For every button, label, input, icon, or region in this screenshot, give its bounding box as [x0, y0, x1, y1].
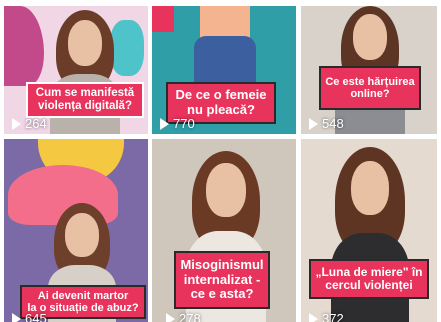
view-count-value: 548 [322, 116, 344, 131]
video-caption: „Luna de miere" în cercul violenței [309, 259, 429, 299]
view-count: 645 [12, 311, 47, 322]
view-count: 372 [309, 311, 344, 322]
play-icon [166, 312, 175, 322]
view-count: 264 [12, 116, 47, 131]
view-count: 548 [309, 116, 344, 131]
play-icon [12, 117, 21, 130]
video-caption: Misoginismul internalizat - ce e asta? [174, 251, 270, 309]
play-icon [309, 312, 318, 322]
video-tile-4[interactable]: Ai devenit martor la o situație de abuz?… [4, 139, 148, 322]
video-caption: Cum se manifestă violența digitală? [26, 82, 144, 118]
view-count-value: 372 [322, 311, 344, 322]
play-icon [12, 312, 21, 322]
video-caption: Ce este hărțuirea online? [319, 66, 421, 110]
video-tile-3[interactable]: Ce este hărțuirea online? 548 [301, 6, 437, 134]
view-count-value: 645 [25, 311, 47, 322]
video-grid: Cum se manifestă violența digitală? 264 … [0, 0, 441, 322]
view-count-value: 770 [173, 116, 195, 131]
video-tile-5[interactable]: Misoginismul internalizat - ce e asta? 2… [152, 139, 296, 322]
video-tile-1[interactable]: Cum se manifestă violența digitală? 264 [4, 6, 148, 134]
view-count-value: 264 [25, 116, 47, 131]
view-count: 770 [160, 116, 195, 131]
play-icon [309, 117, 318, 130]
view-count-value: 278 [179, 311, 201, 322]
view-count: 278 [166, 311, 201, 322]
video-tile-2[interactable]: De ce o femeie nu pleacă? 770 [152, 6, 296, 134]
play-icon [160, 117, 169, 130]
video-tile-6[interactable]: „Luna de miere" în cercul violenței 372 [301, 139, 437, 322]
illustration-accent [152, 6, 174, 32]
